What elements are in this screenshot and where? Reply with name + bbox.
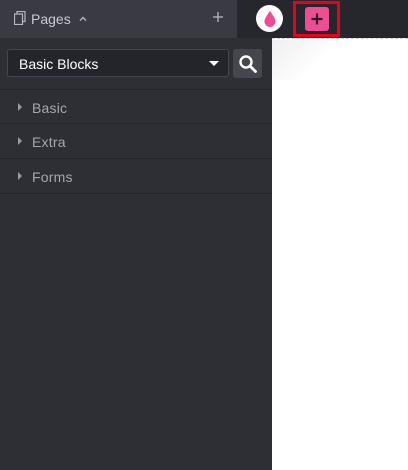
caret-right-icon [18,103,22,111]
block-category-value: Basic Blocks [19,56,99,72]
search-button[interactable] [233,49,262,78]
pages-icon [13,10,26,26]
plus-icon [213,12,223,22]
category-label: Basic [32,100,68,116]
caret-right-icon [18,172,22,180]
block-categories: Basic Extra Forms [0,89,272,194]
top-bar: Pages [0,0,408,38]
canvas-shadow [272,40,332,80]
block-category-select[interactable]: Basic Blocks [7,49,229,77]
category-label: Extra [32,134,66,150]
search-icon [238,54,257,73]
add-block-button[interactable] [293,1,340,37]
category-label: Forms [32,169,73,185]
blocks-sidebar: Basic Blocks Basic Extra Forms [0,38,272,470]
category-basic[interactable]: Basic [0,89,272,124]
editor-canvas[interactable] [272,38,408,470]
category-forms[interactable]: Forms [0,159,272,194]
chevron-up-icon[interactable] [78,11,88,21]
pages-label: Pages [31,11,71,27]
pages-tab[interactable]: Pages [0,0,237,38]
caret-right-icon [18,137,22,145]
canvas-border [272,38,408,39]
category-extra[interactable]: Extra [0,124,272,159]
style-manager-button[interactable] [256,5,283,32]
add-page-button[interactable] [211,10,225,24]
caret-down-icon [209,61,219,66]
drop-icon [264,10,275,27]
plus-square-icon [304,7,329,31]
